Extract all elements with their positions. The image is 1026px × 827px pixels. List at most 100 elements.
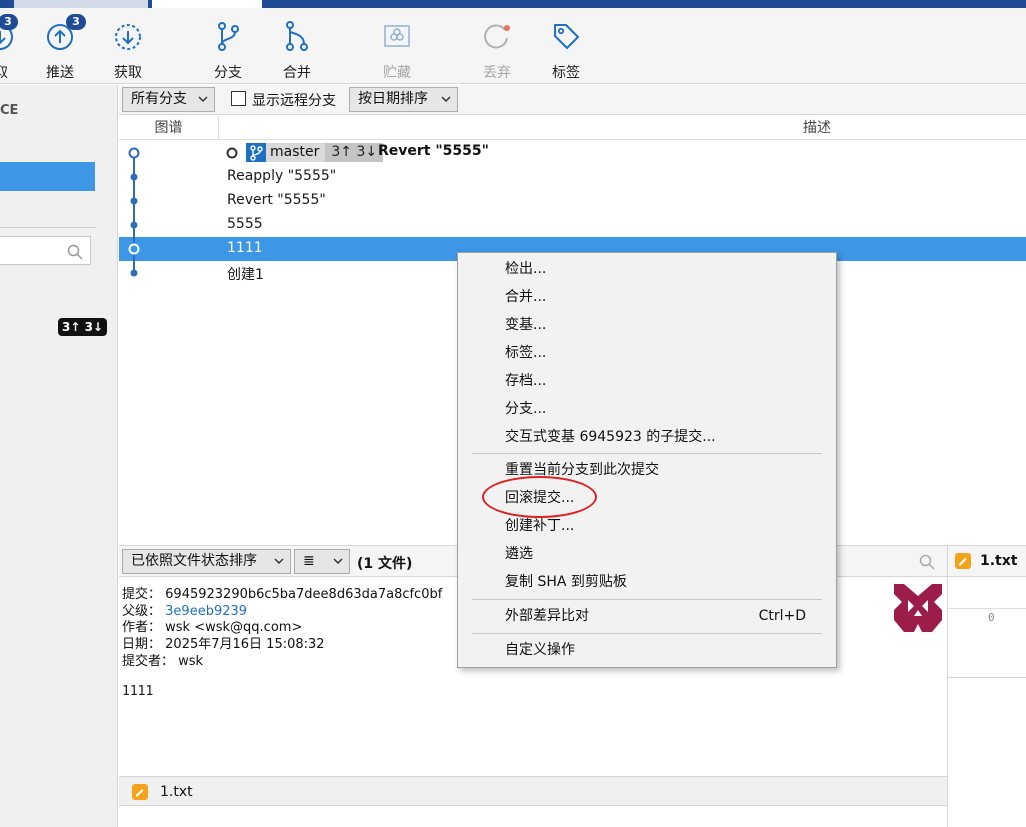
diff-file-name: 1.txt — [980, 553, 1018, 569]
pull-button[interactable]: 3 取 — [0, 14, 30, 81]
discard-label: 丢弃 — [483, 65, 511, 81]
diff-hunk-divider — [948, 608, 1026, 609]
branch-filter-dropdown[interactable]: 所有分支 — [122, 87, 215, 112]
menu-item-tag[interactable]: 标签... — [458, 339, 836, 367]
tag-icon — [554, 24, 579, 49]
fetch-icon — [115, 24, 141, 50]
file-list-item[interactable]: 1.txt — [119, 776, 947, 806]
fetch-label: 获取 — [114, 65, 142, 81]
chevron-down-icon — [198, 96, 208, 103]
avatar — [894, 584, 942, 632]
commit-context-menu: 检出... 合并... 变基... 标签... 存档... 分支... 交互式变… — [457, 252, 837, 668]
menu-item-rebase[interactable]: 变基... — [458, 311, 836, 339]
description-column-header[interactable]: 描述 — [803, 116, 831, 140]
commit-row[interactable]: Revert "5555" — [119, 189, 1026, 213]
committer-value: wsk — [178, 654, 204, 669]
menu-item-custom-actions[interactable]: 自定义操作 — [458, 636, 836, 664]
chevron-down-icon — [333, 558, 343, 565]
search-icon — [67, 244, 83, 260]
menu-separator — [472, 599, 822, 600]
merge-icon — [286, 21, 308, 51]
sidebar-search-input[interactable] — [0, 236, 91, 265]
menu-item-external-diff[interactable]: 外部差异比对 Ctrl+D — [458, 602, 836, 630]
commit-message: Revert "5555" — [227, 192, 326, 208]
commit-message: Revert "5555" — [378, 143, 489, 159]
file-name: 1.txt — [160, 784, 193, 800]
branch-button[interactable]: 分支 — [198, 16, 258, 81]
shortcut-label: Ctrl+D — [758, 608, 806, 624]
graph-column-header[interactable]: 图谱 — [119, 116, 219, 140]
diff-hunk-divider — [948, 677, 1026, 678]
sidebar-selected-item[interactable] — [0, 162, 95, 191]
merge-label: 合并 — [283, 65, 311, 81]
commit-row[interactable]: master 3↑ 3↓ Revert "5555" — [119, 141, 1026, 165]
tag-label: 标签 — [552, 65, 580, 81]
show-remote-branches-label: 显示远程分支 — [252, 93, 336, 109]
highlight-annotation-circle — [482, 476, 597, 518]
diff-pane: 1.txt 0 — [947, 545, 1026, 827]
menu-item-create-patch[interactable]: 创建补丁... — [458, 512, 836, 540]
commit-row[interactable]: 5555 — [119, 213, 1026, 237]
stash-label: 贮藏 — [383, 65, 411, 81]
file-sort-dropdown[interactable]: 已依照文件状态排序 — [122, 549, 291, 574]
branch-name: master — [270, 144, 320, 160]
chevron-down-icon — [441, 96, 451, 103]
window-tab-strip — [0, 0, 1026, 8]
commit-message: Reapply "5555" — [227, 168, 337, 184]
file-count: (1 文件) — [357, 556, 413, 572]
diff-line-number: 0 — [988, 611, 995, 624]
fetch-button[interactable]: 获取 — [98, 16, 158, 81]
branch-icon — [246, 143, 266, 162]
merge-button[interactable]: 合并 — [267, 16, 327, 81]
chevron-down-icon — [274, 558, 284, 565]
modified-file-icon — [132, 784, 148, 800]
push-count-badge: 3 — [66, 14, 86, 30]
pull-label: 取 — [0, 65, 8, 81]
view-mode-dropdown[interactable]: ≣ — [294, 549, 350, 574]
stash-button[interactable]: 贮藏 — [367, 16, 427, 81]
sidebar: CE 3↑ 3↓ — [0, 85, 118, 827]
branch-ahead-behind: 3↑ 3↓ — [325, 143, 384, 162]
menu-item-cherry-pick[interactable]: 遴选 — [458, 540, 836, 568]
menu-item-copy-sha[interactable]: 复制 SHA 到剪贴板 — [458, 568, 836, 596]
push-label: 推送 — [46, 65, 74, 81]
sort-order-value: 按日期排序 — [358, 91, 428, 107]
stash-icon — [384, 25, 410, 47]
menu-item-interactive-rebase[interactable]: 交互式变基 6945923 的子提交... — [458, 423, 836, 451]
branch-label: 分支 — [214, 65, 242, 81]
discard-icon — [484, 24, 510, 49]
discard-button[interactable]: 丢弃 — [467, 16, 527, 81]
push-button[interactable]: 3 推送 — [30, 14, 90, 81]
pull-count-badge: 3 — [0, 14, 18, 30]
file-sort-value: 已依照文件状态排序 — [131, 553, 257, 569]
commit-full-message: 1111 — [122, 684, 154, 699]
menu-separator — [472, 453, 822, 454]
sidebar-divider — [0, 227, 96, 228]
tag-button[interactable]: 标签 — [536, 16, 596, 81]
commit-message: 5555 — [227, 216, 263, 232]
menu-item-checkout[interactable]: 检出... — [458, 255, 836, 283]
repo-tab-active[interactable] — [152, 0, 262, 8]
repo-tab-inactive[interactable] — [14, 0, 150, 8]
menu-separator — [472, 633, 822, 634]
sidebar-section-header: CE — [0, 103, 19, 118]
sort-order-dropdown[interactable]: 按日期排序 — [349, 87, 458, 112]
show-remote-branches-checkbox[interactable] — [231, 91, 246, 106]
modified-file-icon — [955, 553, 971, 569]
search-icon[interactable] — [919, 554, 935, 570]
ahead-behind-badge: 3↑ 3↓ — [58, 318, 107, 336]
menu-item-archive[interactable]: 存档... — [458, 367, 836, 395]
menu-item-merge[interactable]: 合并... — [458, 283, 836, 311]
committer-line: 提交者： wsk — [122, 654, 204, 669]
branch-filter-value: 所有分支 — [131, 91, 187, 107]
commit-graph — [128, 147, 140, 277]
commit-message: 创建1 — [227, 267, 264, 283]
commit-row[interactable]: Reapply "5555" — [119, 165, 1026, 189]
diff-file-header: 1.txt — [948, 545, 1026, 577]
commit-filter-bar: 所有分支 显示远程分支 按日期排序 — [119, 85, 1026, 115]
main-toolbar: 3 取 3 推送 获取 分支 合并 贮藏 丢弃 标签 — [0, 8, 1026, 84]
branch-label-master[interactable]: master 3↑ 3↓ — [246, 143, 384, 162]
commit-message: 1111 — [227, 240, 263, 256]
menu-item-branch[interactable]: 分支... — [458, 395, 836, 423]
list-view-icon: ≣ — [303, 553, 315, 569]
